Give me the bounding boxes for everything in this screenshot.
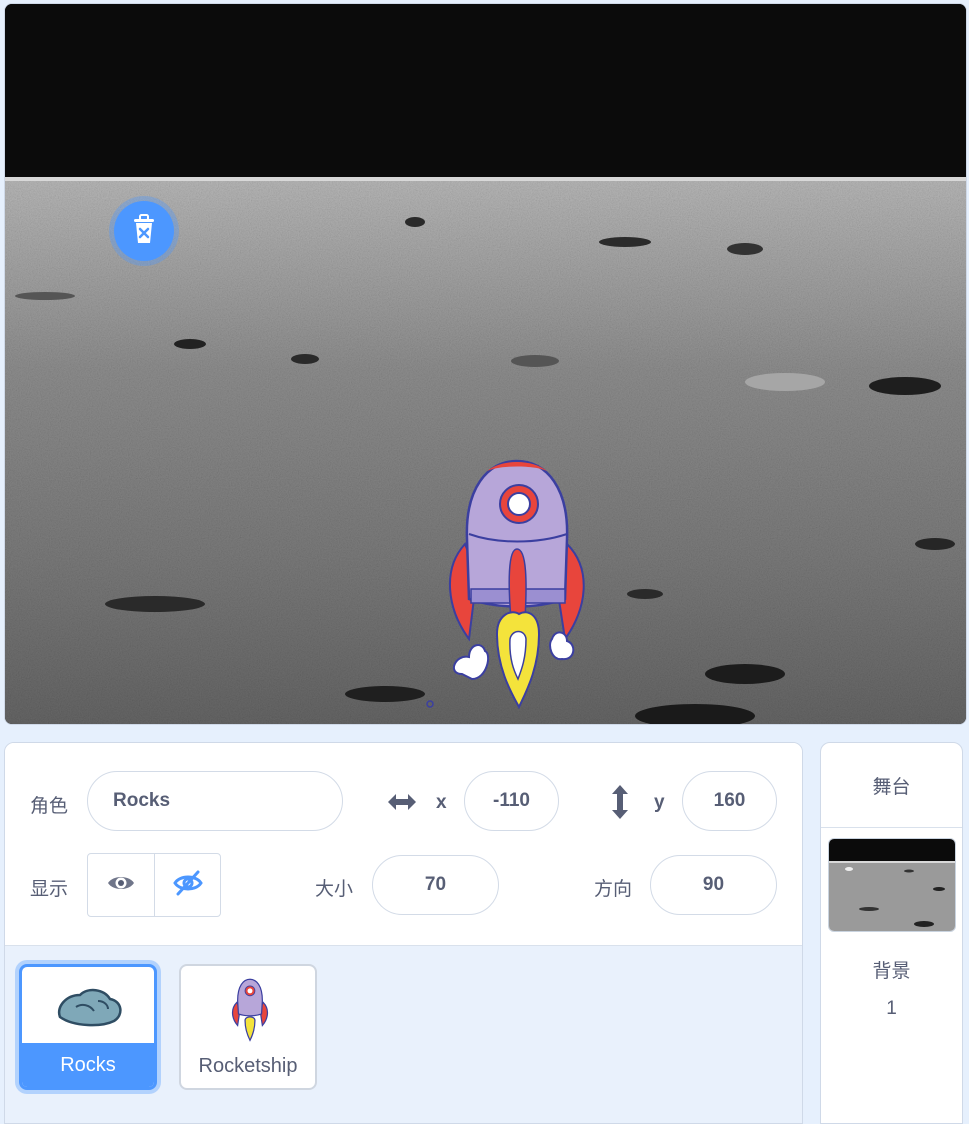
vertical-arrows-icon bbox=[608, 783, 632, 826]
sprite-name-input[interactable]: Rocks bbox=[87, 771, 343, 831]
x-label: x bbox=[436, 792, 447, 813]
rocketship-thumbnail bbox=[225, 976, 275, 1047]
sprite-name-label: 角色 bbox=[30, 795, 69, 817]
rocks-thumbnail bbox=[54, 985, 124, 1034]
eye-slash-icon bbox=[172, 870, 203, 901]
show-label: 显示 bbox=[30, 878, 69, 900]
delete-sprite-button[interactable] bbox=[114, 201, 174, 261]
show-sprite-button[interactable] bbox=[88, 854, 154, 916]
x-position-input[interactable]: -110 bbox=[464, 771, 559, 831]
direction-label: 方向 bbox=[594, 878, 633, 900]
size-input[interactable]: 70 bbox=[372, 855, 499, 915]
eye-icon bbox=[106, 872, 136, 899]
sprite-list: Rocks Rocketship bbox=[5, 946, 802, 1123]
sprite-info-pane: 角色 Rocks x -110 y 160 显示 大小 70 方向 90 Roc… bbox=[4, 742, 803, 1124]
direction-input[interactable]: 90 bbox=[650, 855, 777, 915]
trash-icon bbox=[129, 213, 159, 250]
visibility-toggle bbox=[87, 853, 221, 917]
y-label: y bbox=[654, 792, 665, 813]
stage-title: 舞台 bbox=[821, 743, 962, 828]
size-label: 大小 bbox=[315, 878, 354, 900]
backdrops-label: 背景 bbox=[872, 960, 911, 982]
sprite-tile-rocketship[interactable]: Rocketship bbox=[179, 964, 317, 1090]
sprite-tile-rocks[interactable]: Rocks bbox=[19, 964, 157, 1090]
stage-selector[interactable]: 舞台 背景 1 bbox=[820, 742, 963, 1124]
sprite-tile-label: Rocks bbox=[22, 1043, 154, 1087]
backdrops-count: 1 bbox=[886, 998, 897, 1019]
sprite-tile-label: Rocketship bbox=[198, 1054, 298, 1077]
hide-sprite-button[interactable] bbox=[154, 854, 220, 916]
sprite-info: 角色 Rocks x -110 y 160 显示 大小 70 方向 90 bbox=[5, 743, 802, 946]
y-position-input[interactable]: 160 bbox=[682, 771, 777, 831]
horizontal-arrows-icon bbox=[385, 788, 419, 821]
backdrop-thumbnail bbox=[828, 838, 956, 932]
stage-canvas[interactable] bbox=[4, 3, 967, 725]
